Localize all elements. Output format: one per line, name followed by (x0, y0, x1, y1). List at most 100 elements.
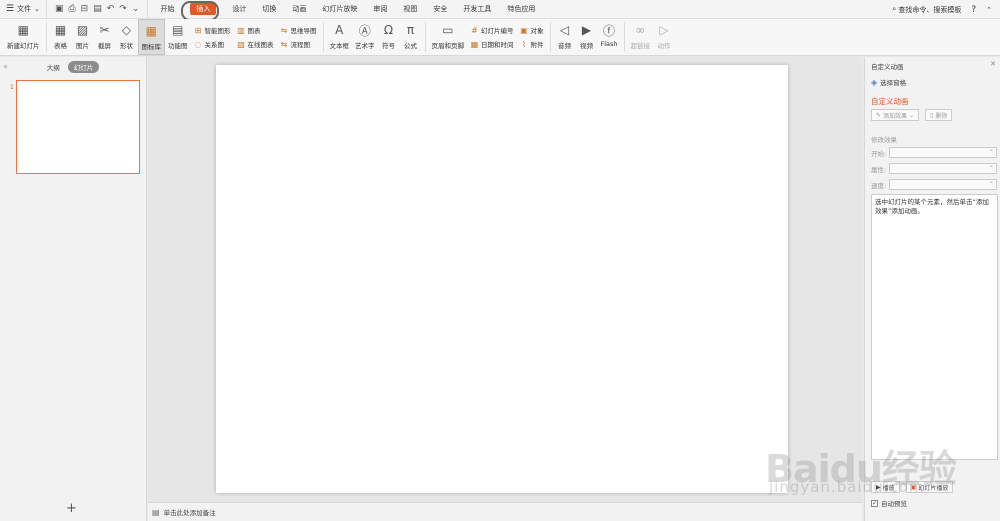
auto-preview-toggle[interactable]: ✓ 自动预览 (871, 498, 907, 508)
print-preview-icon[interactable]: ▤ (93, 4, 102, 14)
speed-select[interactable] (889, 177, 998, 190)
link-icon: ∞ (635, 23, 646, 37)
map-group: ⇋ 思维导图 ⇆ 流程图 (277, 19, 320, 55)
output-pdf-icon[interactable]: ⎙ (68, 4, 75, 14)
object-icon: ▣ (520, 25, 528, 35)
tab-insert[interactable]: 插入 (181, 0, 224, 21)
new-slide-icon: ▦ (17, 23, 29, 37)
tab-transition[interactable]: 切换 (254, 0, 284, 19)
pane-title[interactable]: 自定义动画 (871, 61, 904, 71)
screenshot-button[interactable]: ✂ 截屏 (94, 19, 116, 55)
smart-graphic-button[interactable]: ⊞ 智能图形 (194, 24, 231, 36)
customize-icon[interactable]: ⌄ (132, 4, 140, 14)
tab-home[interactable]: 开始 (152, 0, 182, 19)
ribbon-tabs: 开始 插入 设计 切换 动画 幻灯片放映 审阅 视图 安全 开发工具 特色应用 (152, 0, 543, 21)
current-slide[interactable] (216, 65, 788, 493)
picture-button[interactable]: ▨ 图片 (72, 19, 94, 55)
formula-button[interactable]: π 公式 (400, 19, 422, 55)
tab-outline[interactable]: 大纲 (47, 62, 60, 72)
action-button[interactable]: ▷ 动作 (653, 19, 675, 55)
menu-bar: ☰ 文件 ⌄ ▣ ⎙ ⊟ ▤ ↶ ↷ ⌄ 开始 插入 设计 切换 动画 幻灯片放… (0, 0, 1000, 21)
animation-list[interactable]: 选中幻灯片的某个元素，然后单击“添加效果”添加动画。 (871, 194, 998, 460)
editing-canvas (148, 57, 862, 502)
new-slide-button[interactable]: ▦ 新建幻灯片 (4, 19, 43, 55)
tab-security[interactable]: 安全 (425, 0, 455, 19)
command-search-label: 查找命令、搜索模板 (898, 5, 962, 14)
start-select[interactable] (889, 145, 998, 158)
table-icon: ▦ (54, 23, 67, 37)
slide-panel: « 大纲 幻灯片 1 + (0, 57, 147, 521)
object-button[interactable]: ▣ 对象 (520, 24, 543, 36)
attachment-button[interactable]: ⌇ 附件 (520, 38, 543, 50)
property-field: 属性: (871, 161, 998, 174)
collapse-panel-icon[interactable]: « (3, 62, 8, 71)
chevron-up-icon[interactable]: ⌃ (986, 6, 992, 14)
ribbon-divider (424, 22, 426, 52)
speed-field: 速度: (871, 177, 998, 190)
chart-button[interactable]: ▥ 图表 (237, 24, 274, 36)
add-effect-button[interactable]: ✎ 添加效果 ⌄ (871, 109, 920, 121)
mind-map-button[interactable]: ⇋ 思维导图 (280, 24, 317, 36)
redo-icon[interactable]: ↷ (119, 4, 127, 14)
date-time-button[interactable]: ▦ 日期和时间 (470, 38, 514, 50)
audio-button[interactable]: ◁ 音频 (554, 19, 576, 55)
tab-design[interactable]: 设计 (224, 0, 254, 19)
symbol-button[interactable]: Ω 符号 (378, 19, 400, 55)
flowchart-button[interactable]: ⇆ 流程图 (280, 38, 317, 50)
online-chart-button[interactable]: ▧ 在线图表 (237, 38, 273, 50)
command-search[interactable]: ⌕ 查找命令、搜索模板 (892, 5, 961, 15)
select-pane-button[interactable]: ◈ 选择窗格 (871, 77, 906, 88)
notes-icon: ▤ (152, 507, 160, 517)
slide-number-icon: # (471, 25, 478, 35)
close-icon[interactable]: ✕ (990, 60, 996, 68)
save-icon[interactable]: ▣ (55, 4, 64, 14)
tab-slides[interactable]: 幻灯片 (67, 61, 100, 73)
header-footer-button[interactable]: ▭ 页眉和页脚 (429, 19, 468, 55)
video-button[interactable]: ▶ 视频 (576, 19, 598, 55)
tab-developer[interactable]: 开发工具 (455, 0, 499, 19)
relation-chart-icon: ◌ (194, 39, 202, 49)
function-chart-button[interactable]: ▤ 功能图 (165, 19, 191, 55)
delete-effect-button[interactable]: ▯ 删除 (925, 109, 953, 121)
help-icon[interactable]: ? (971, 5, 976, 15)
trash-icon: ▯ (930, 111, 934, 119)
object-group: ▣ 对象 ⌇ 附件 (517, 19, 547, 55)
slide-thumbnail[interactable] (16, 80, 140, 174)
selection-pane-icon: ◈ (871, 77, 878, 87)
notes-bar[interactable]: ▤ 单击此处添加备注 (148, 502, 862, 521)
add-slide-button[interactable]: + (66, 501, 77, 516)
shape-button[interactable]: ◇ 形状 (116, 19, 138, 55)
tab-animation[interactable]: 动画 (284, 0, 314, 19)
tab-view[interactable]: 视图 (395, 0, 425, 19)
play-buttons: ▶ 播放 ▣ 幻灯片播放 (871, 481, 954, 493)
undo-icon[interactable]: ↶ (107, 4, 115, 14)
tab-slideshow[interactable]: 幻灯片放映 (314, 0, 365, 19)
hyperlink-button[interactable]: ∞ 超链接 (628, 19, 654, 55)
ribbon-divider (45, 22, 47, 52)
effect-buttons: ✎ 添加效果 ⌄ ▯ 删除 (871, 109, 953, 121)
slide-number-group: # 幻灯片编号 ▦ 日期和时间 (467, 19, 517, 55)
file-menu[interactable]: ☰ 文件 ⌄ (0, 0, 47, 19)
slide-number: 1 (10, 84, 14, 91)
play-icon: ▶ (876, 483, 881, 491)
speaker-icon: ◁ (559, 23, 570, 37)
print-icon[interactable]: ⊟ (81, 4, 89, 14)
smart-graphic-icon: ⊞ (194, 25, 202, 35)
flash-button[interactable]: ⓕ Flash (598, 19, 621, 55)
property-select[interactable] (889, 161, 998, 174)
slideshow-button[interactable]: ▣ 幻灯片播放 (905, 481, 954, 493)
insert-ribbon: ▦ 新建幻灯片 ▦ 表格 ▨ 图片 ✂ 截屏 ◇ 形状 ▦ 图标库 ▤ 功能图 … (0, 19, 1000, 56)
tab-review[interactable]: 审阅 (365, 0, 395, 19)
wordart-button[interactable]: Ⓐ 艺术字 (352, 19, 378, 55)
chevron-down-icon: ⌄ (909, 111, 915, 119)
ribbon-divider (549, 22, 551, 52)
table-button[interactable]: ▦ 表格 (50, 19, 72, 55)
icon-library-button[interactable]: ▦ 图标库 (137, 19, 165, 55)
relation-chart-button[interactable]: ◌ 关系图 (194, 38, 231, 50)
textbox-button[interactable]: A 文本框 (327, 19, 353, 55)
ribbon-divider (623, 22, 625, 52)
tab-special[interactable]: 特色应用 (499, 0, 543, 19)
start-field: 开始: (871, 145, 998, 158)
slide-number-button[interactable]: # 幻灯片编号 (470, 24, 513, 36)
play-button[interactable]: ▶ 播放 (871, 481, 900, 493)
